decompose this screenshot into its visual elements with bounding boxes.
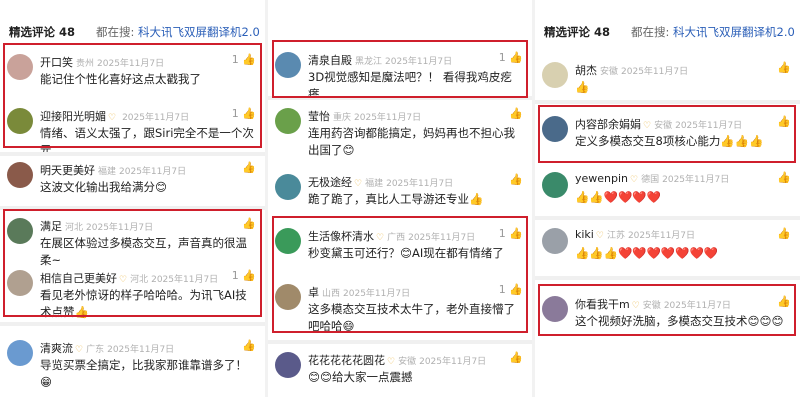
thumbs-up-icon: 👍 (777, 61, 791, 74)
avatar[interactable] (542, 228, 568, 254)
comment-date: 2025年11月7日 (107, 345, 175, 355)
comments-header: 精选评论 48 都在搜: 科大讯飞双屏翻译机2.0 (535, 18, 800, 44)
comments-title: 精选评论 48 (9, 25, 76, 39)
commenter-name[interactable]: 胡杰 (575, 64, 597, 77)
thumbs-up-icon: 👍 (777, 171, 791, 184)
divider (0, 322, 265, 326)
avatar[interactable] (275, 352, 301, 378)
thumbs-up-icon: 👍 (509, 351, 523, 364)
like-button[interactable]: 👍 (242, 161, 256, 174)
comment-text: 连用药咨询都能搞定，妈妈再也不担心我出国了😊 (308, 126, 515, 157)
highlight-box (538, 105, 796, 163)
comment-location: 重庆 (333, 113, 352, 123)
comments-header: 精选评论 48 都在搜: 科大讯飞双屏翻译机2.0 (0, 18, 265, 44)
comment-text: 导览买票全搞定，比我家那谁靠谱多了！😁 (40, 358, 247, 389)
divider (535, 100, 800, 104)
vip-badge-icon: ♡ (630, 175, 639, 185)
comment-location: 广东 (86, 345, 105, 355)
divider (268, 340, 532, 344)
like-button[interactable]: 👍 (777, 171, 791, 184)
comment-text: 👍👍👍❤️❤️❤️❤️❤️❤️❤️ (575, 246, 719, 260)
thumbs-up-icon: 👍 (242, 161, 256, 174)
like-button[interactable]: 👍 (777, 61, 791, 74)
comment-text: 👍👍❤️❤️❤️❤️ (575, 190, 661, 204)
comment-date: 2025年11月7日 (419, 357, 487, 367)
avatar[interactable] (7, 340, 33, 366)
comments-title: 精选评论 48 (544, 25, 611, 39)
avatar[interactable] (542, 62, 568, 88)
highlight-box (3, 209, 262, 317)
comment-text: 跪了跪了，真比人工导游还专业👍 (308, 192, 484, 206)
avatar[interactable] (542, 172, 568, 198)
thumbs-up-icon: 👍 (777, 227, 791, 240)
commenter-name[interactable]: 莹怡 (308, 110, 330, 123)
comment-date: 2025年11月7日 (386, 179, 454, 189)
vip-badge-icon: ♡ (354, 179, 363, 189)
commenter-name[interactable]: 花花花花花圆花 (308, 354, 385, 367)
divider (0, 152, 265, 156)
vip-badge-icon: ♡ (75, 345, 84, 355)
comment-panel-3: 精选评论 48 都在搜: 科大讯飞双屏翻译机2.0 胡杰 安徽 2025年11月7日… (535, 0, 800, 397)
divider (535, 276, 800, 280)
comment-location: 江苏 (606, 231, 625, 241)
comment-item: 花花花花花圆花 ♡ 安徽 2025年11月7日 👍 😊😊给大家一点震撼 (268, 348, 532, 397)
comment-item: 清爽流 ♡ 广东 2025年11月7日 👍 导览买票全搞定，比我家那谁靠谱多了！😁 (0, 336, 265, 390)
avatar[interactable] (275, 174, 301, 200)
avatar[interactable] (275, 108, 301, 134)
thumbs-up-icon: 👍 (509, 107, 523, 120)
avatar[interactable] (7, 162, 33, 188)
commenter-name[interactable]: 清爽流 (40, 342, 73, 355)
highlight-box (3, 43, 262, 148)
search-suggestion[interactable]: 都在搜: 科大讯飞双屏翻译机2.0 (631, 24, 795, 40)
commenter-name[interactable]: 无极途经 (308, 176, 352, 189)
comment-panel-2: 清泉自殿 黑龙江 2025年11月7日 1 👍 3D视觉感知是魔法吧？！ 看得我鸡皮… (268, 0, 532, 397)
comment-text: 😊😊给大家一点震撼 (308, 370, 413, 384)
comment-location: 福建 (365, 179, 384, 189)
divider (535, 216, 800, 220)
vip-badge-icon: ♡ (387, 357, 396, 367)
like-button[interactable]: 👍 (509, 173, 523, 186)
like-button[interactable]: 👍 (242, 339, 256, 352)
commenter-name[interactable]: 明天更美好 (40, 164, 95, 177)
comment-date: 2025年11月7日 (621, 67, 689, 77)
highlight-box (272, 216, 528, 333)
comment-text: 👍 (575, 80, 590, 94)
comment-location: 德国 (641, 175, 660, 185)
comment-location: 安徽 (398, 357, 417, 367)
highlight-box (272, 40, 528, 98)
comment-item: 莹怡 重庆 2025年11月7日 👍 连用药咨询都能搞定，妈妈再也不担心我出国了😊 (268, 104, 532, 162)
comment-location: 福建 (98, 167, 117, 177)
comment-date: 2025年11月7日 (354, 113, 422, 123)
search-suggestion[interactable]: 都在搜: 科大讯飞双屏翻译机2.0 (96, 24, 260, 40)
comment-panel-1: 精选评论 48 都在搜: 科大讯飞双屏翻译机2.0 开口笑 贵州 2025年11月7… (0, 0, 265, 397)
comment-date: 2025年11月7日 (627, 231, 696, 241)
thumbs-up-icon: 👍 (509, 173, 523, 186)
comment-date: 2025年11月7日 (662, 175, 730, 185)
comment-item: kiki ♡ 江苏 2025年11月7日 👍 👍👍👍❤️❤️❤️❤️❤️❤️❤️ (535, 224, 800, 278)
comment-date: 2025年11月7日 (119, 167, 187, 177)
comment-item: yewenpin ♡ 德国 2025年11月7日 👍 👍👍❤️❤️❤️❤️ (535, 168, 800, 222)
highlight-box (538, 284, 796, 336)
search-query-link[interactable]: 科大讯飞双屏翻译机2.0 (673, 25, 795, 39)
like-button[interactable]: 👍 (509, 107, 523, 120)
search-query-link[interactable]: 科大讯飞双屏翻译机2.0 (138, 25, 260, 39)
commenter-name[interactable]: yewenpin (575, 172, 628, 185)
commenter-name[interactable]: kiki (575, 228, 594, 241)
thumbs-up-icon: 👍 (242, 339, 256, 352)
like-button[interactable]: 👍 (777, 227, 791, 240)
comment-item: 明天更美好 福建 2025年11月7日 👍 这波文化输出我给满分😊 (0, 158, 265, 212)
vip-badge-icon: ♡ (595, 231, 604, 241)
comment-text: 这波文化输出我给满分😊 (40, 180, 167, 194)
comment-location: 安徽 (600, 67, 619, 77)
like-button[interactable]: 👍 (509, 351, 523, 364)
